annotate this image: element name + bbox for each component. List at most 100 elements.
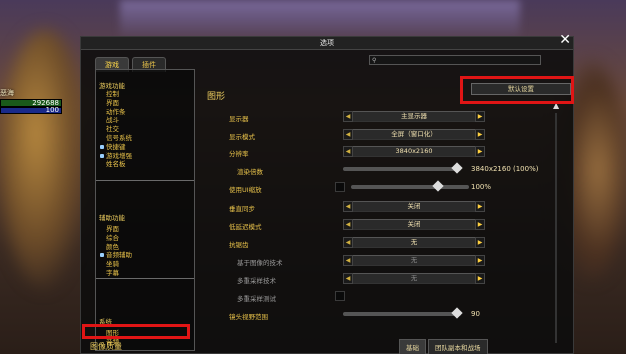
sidebar-item-accessibility[interactable]: 综合 (96, 234, 194, 243)
setting-label: 低延迟模式 (229, 223, 262, 231)
arrow-left-icon[interactable]: ◀ (343, 273, 353, 284)
search-input[interactable] (378, 56, 540, 64)
selector-value[interactable]: 关闭 (353, 201, 475, 212)
sidebar-item-accessibility[interactable]: 字幕 (96, 269, 194, 278)
close-icon[interactable]: ✕ (559, 33, 571, 47)
sidebar-section-game: 游戏功能 控制 界面 动作条 战斗 社交 信号系统 快捷键 游戏增强 姓名板 (96, 80, 194, 169)
unit-name: 恶海 (0, 89, 14, 97)
arrow-right-icon[interactable]: ▶ (475, 146, 485, 157)
setting-selector[interactable]: ◀ 无 ▶ (343, 273, 485, 284)
sidebar-section-title: 辅助功能 (99, 214, 125, 222)
setting-selector[interactable]: ◀ 关闭 ▶ (343, 201, 485, 212)
arrow-right-icon[interactable]: ▶ (475, 255, 485, 266)
tab-quality-raid[interactable]: 团队副本和战场 (428, 339, 488, 354)
selector-value[interactable]: 无 (353, 237, 475, 248)
sidebar-item-accessibility[interactable]: 界面 (96, 225, 194, 234)
setting-selector[interactable]: ◀ 无 ▶ (343, 237, 485, 248)
selector-value[interactable]: 主显示器 (353, 111, 475, 122)
setting-selector[interactable]: ◀ 全屏（窗口化） ▶ (343, 129, 485, 140)
arrow-right-icon[interactable]: ▶ (475, 111, 485, 122)
settings-row: 多重采样技术 ◀ 无 ▶ (199, 273, 559, 285)
sidebar-divider (96, 180, 194, 181)
settings-row: 多重采样测试 (199, 291, 559, 303)
window-titlebar: 选项 ✕ (81, 33, 573, 50)
arrow-left-icon[interactable]: ◀ (343, 237, 353, 248)
setting-slider[interactable] (343, 162, 463, 174)
mana-bar: 100 (0, 106, 62, 114)
slider-thumb[interactable] (451, 162, 463, 174)
sidebar-item-game[interactable]: 姓名板 (96, 160, 194, 169)
arrow-left-icon[interactable]: ◀ (343, 146, 353, 157)
sidebar-item-game[interactable]: 界面 (96, 99, 194, 108)
arrow-left-icon[interactable]: ◀ (343, 111, 353, 122)
selector-value[interactable]: 全屏（窗口化） (353, 129, 475, 140)
setting-label: 多重采样技术 (237, 277, 276, 285)
scroll-up-icon[interactable]: ▲ (553, 101, 559, 110)
arrow-left-icon[interactable]: ◀ (343, 129, 353, 140)
settings-row: 基于图像的技术 ◀ 无 ▶ (199, 255, 559, 267)
search-icon: ⚲ (372, 56, 377, 64)
sidebar-item-game[interactable]: 信号系统 (96, 134, 194, 143)
sidebar-item-accessibility[interactable]: 坐骑 (96, 260, 194, 269)
arrow-right-icon[interactable]: ▶ (475, 201, 485, 212)
slider-value: 100% (471, 183, 492, 191)
slider-thumb[interactable] (431, 180, 444, 192)
setting-checkbox[interactable] (335, 291, 345, 301)
search-box[interactable]: ⚲ (369, 55, 541, 65)
sidebar-item-game[interactable]: 快捷键 (96, 143, 194, 152)
settings-row: 使用UI缩放 100% (199, 180, 559, 194)
setting-label: 显示器 (229, 115, 249, 123)
settings-row: 分辨率 ◀ 3840x2160 ▶ (199, 146, 559, 158)
player-unit-frame[interactable]: 恶海 292688 100 (0, 88, 62, 114)
tab-quality-basic[interactable]: 基础 (399, 339, 426, 354)
selector-value[interactable]: 关闭 (353, 219, 475, 230)
sidebar-section-title: 游戏功能 (99, 82, 125, 90)
arrow-right-icon[interactable]: ▶ (475, 237, 485, 248)
options-window: 选项 ✕ 游戏 插件 ⚲ 游戏功能 控制 界面 动作条 战斗 社交 信号系统 快捷键 游戏增强… (80, 33, 574, 354)
selector-value[interactable]: 无 (353, 273, 475, 284)
setting-label: 多重采样测试 (237, 295, 276, 303)
sidebar-item-accessibility[interactable]: 音频辅助 (96, 251, 194, 260)
slider-value: 90 (471, 310, 480, 318)
arrow-right-icon[interactable]: ▶ (475, 219, 485, 230)
setting-selector[interactable]: ◀ 主显示器 ▶ (343, 111, 485, 122)
settings-row: 渲染倍数 3840x2160 (100%) (199, 162, 559, 176)
sidebar-section-accessibility: 辅助功能 界面 综合 颜色 音频辅助 坐骑 字幕 (96, 212, 194, 278)
setting-slider[interactable] (351, 180, 469, 192)
settings-row: 镜头视野范围 90 (199, 307, 559, 321)
settings-row: 显示器 ◀ 主显示器 ▶ (199, 111, 559, 123)
arrow-right-icon[interactable]: ▶ (475, 273, 485, 284)
setting-label: 抗锯齿 (229, 241, 249, 249)
mana-value: 100 (45, 106, 59, 114)
settings-content: 图形 默认设置 显示器 ◀ 主显示器 ▶ 显示模式 ◀ 全屏（窗口化） ▶ 分辨率 ◀ 3840x2… (199, 69, 571, 354)
slider-value: 3840x2160 (100%) (471, 165, 539, 173)
setting-label: 显示模式 (229, 133, 255, 141)
slider-thumb[interactable] (451, 307, 463, 319)
arrow-left-icon[interactable]: ◀ (343, 201, 353, 212)
scroll-track[interactable] (555, 113, 557, 343)
background-scenery-top (120, 0, 520, 40)
setting-label: 基于图像的技术 (237, 259, 283, 267)
sidebar-item-game[interactable]: 战斗 (96, 116, 194, 125)
sidebar-item-game[interactable]: 社交 (96, 125, 194, 134)
setting-label: 使用UI缩放 (229, 186, 262, 194)
sidebar-item-graphics[interactable]: 图形 (96, 329, 194, 338)
selector-value[interactable]: 无 (353, 255, 475, 266)
setting-selector[interactable]: ◀ 3840x2160 ▶ (343, 146, 485, 157)
arrow-right-icon[interactable]: ▶ (475, 129, 485, 140)
section-header-image-quality: 图像质量 (90, 342, 122, 351)
setting-label: 分辨率 (229, 150, 249, 158)
settings-row: 低延迟模式 ◀ 关闭 ▶ (199, 219, 559, 231)
sidebar-section-title: 系统 (99, 318, 112, 326)
arrow-left-icon[interactable]: ◀ (343, 255, 353, 266)
default-settings-button[interactable]: 默认设置 (471, 83, 571, 95)
ui-scale-checkbox[interactable] (335, 182, 345, 192)
scrollbar[interactable]: ▲ (553, 101, 559, 347)
setting-selector[interactable]: ◀ 关闭 ▶ (343, 219, 485, 230)
setting-selector[interactable]: ◀ 无 ▶ (343, 255, 485, 266)
setting-slider[interactable] (343, 307, 463, 319)
background-scenery-left (0, 30, 90, 290)
arrow-left-icon[interactable]: ◀ (343, 219, 353, 230)
selector-value[interactable]: 3840x2160 (353, 146, 475, 157)
sidebar-item-game[interactable]: 控制 (96, 90, 194, 99)
